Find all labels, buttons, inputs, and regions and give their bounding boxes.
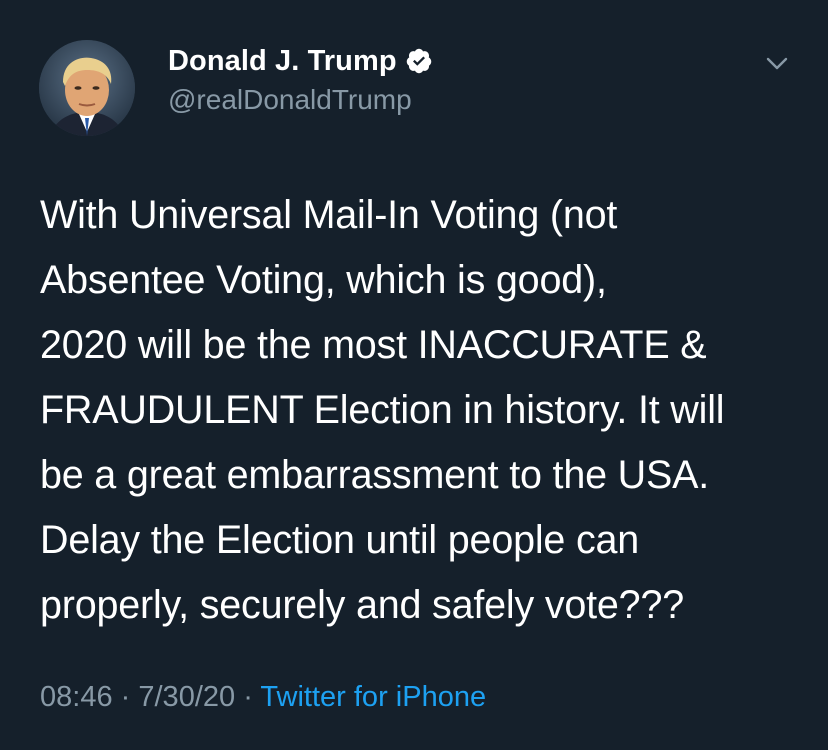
meta-separator: · <box>243 681 253 713</box>
tweet-text: With Universal Mail-In Voting (not Absen… <box>40 193 725 627</box>
tweet-time[interactable]: 08:46 <box>40 681 113 713</box>
author-display-name[interactable]: Donald J. Trump <box>168 45 397 78</box>
chevron-down-icon[interactable] <box>762 48 792 78</box>
meta-separator: · <box>120 681 131 713</box>
author-handle[interactable]: @realDonaldTrump <box>168 84 412 116</box>
avatar-image <box>39 40 135 136</box>
tweet-source-link[interactable]: Twitter for iPhone <box>260 681 486 713</box>
avatar[interactable] <box>39 40 135 136</box>
verified-badge-icon <box>405 47 433 75</box>
author-name-row[interactable]: Donald J. Trump <box>168 42 433 80</box>
tweet-card: Donald J. Trump @realDonaldTrump With Un… <box>0 0 828 750</box>
tweet-meta: 08:46 · 7/30/20 · Twitter for iPhone <box>40 681 486 714</box>
tweet-date[interactable]: 7/30/20 <box>138 681 235 713</box>
